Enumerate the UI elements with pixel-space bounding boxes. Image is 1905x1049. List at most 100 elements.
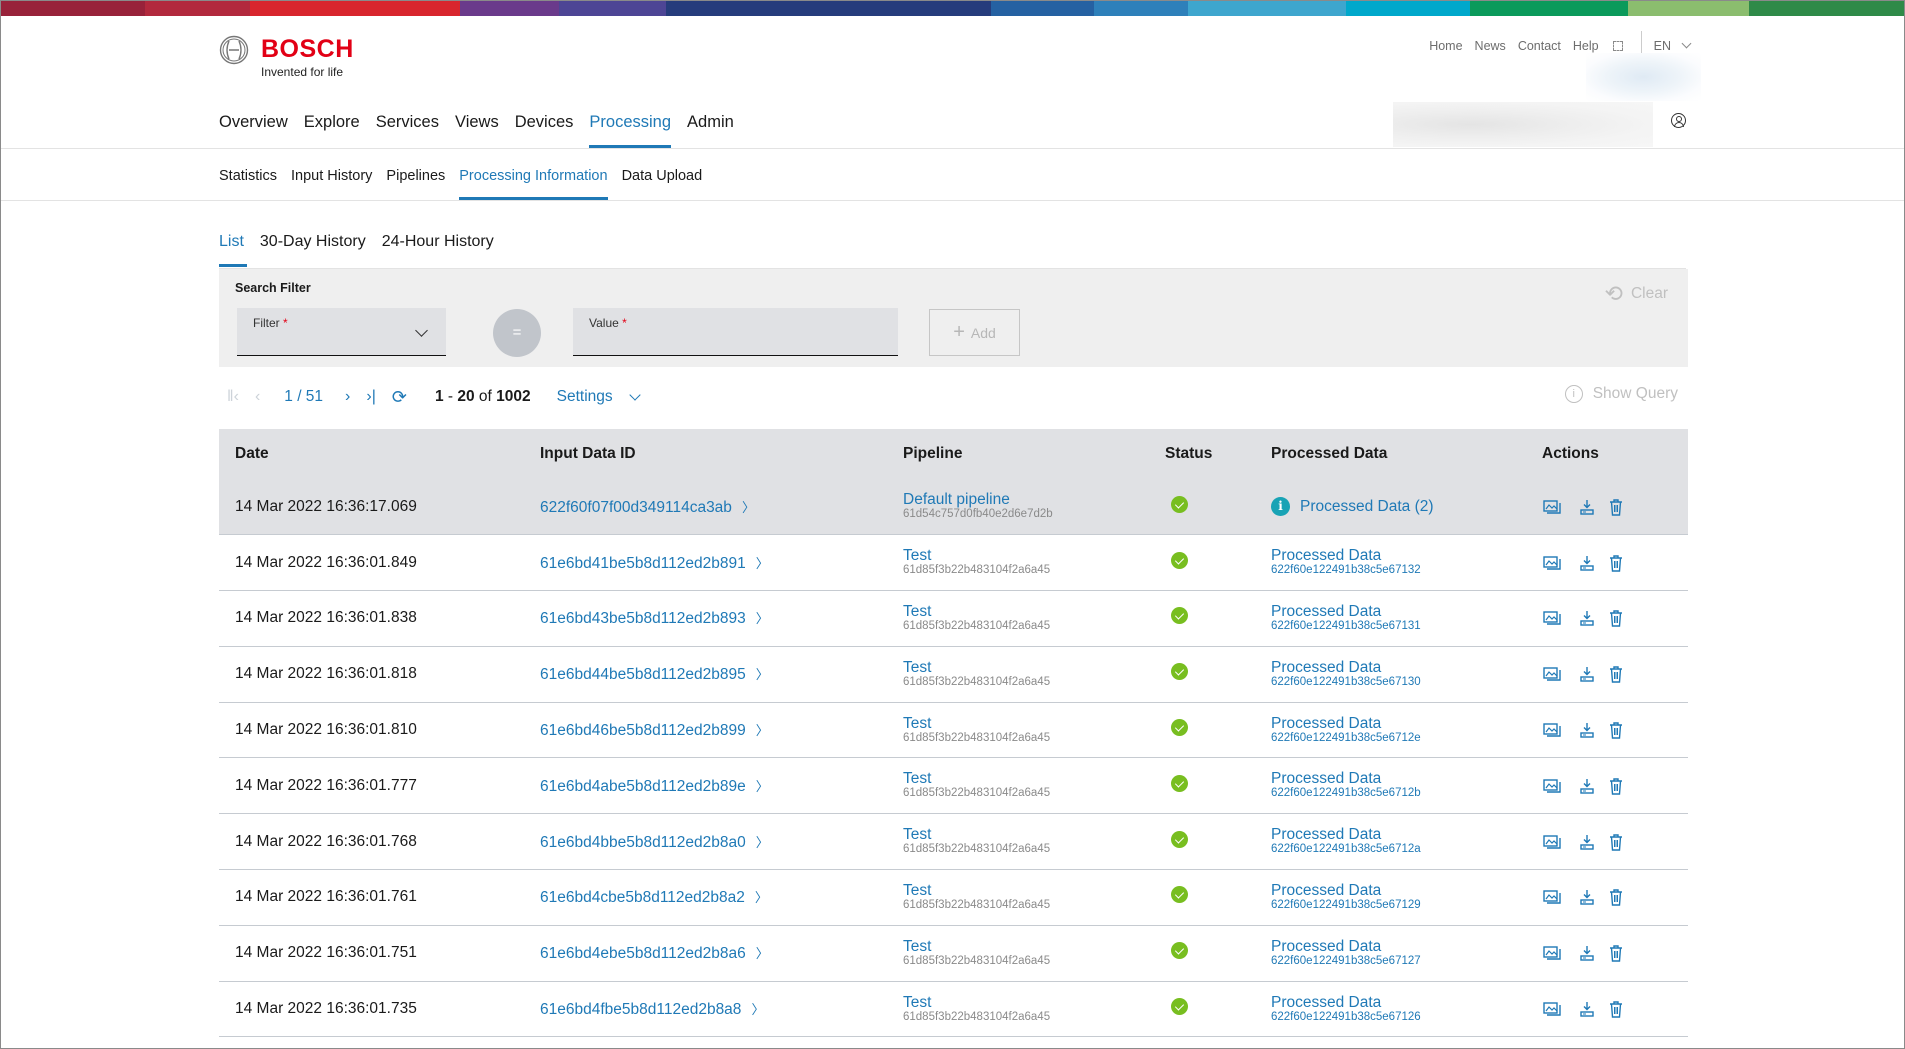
processed-data-link[interactable]: Processed Data [1271, 715, 1526, 732]
download-icon[interactable] [1577, 664, 1597, 684]
processed-data-link[interactable]: Processed Data [1271, 882, 1526, 899]
user-account-icon[interactable] [1671, 113, 1686, 128]
pipeline-link[interactable]: Test [903, 659, 1149, 676]
processed-data-group[interactable]: i Processed Data (2) [1271, 497, 1526, 517]
show-query-button[interactable]: i Show Query [1564, 385, 1678, 403]
top-link-contact[interactable]: Contact [1518, 39, 1561, 53]
pipeline-link[interactable]: Test [903, 603, 1149, 620]
input-data-id-link[interactable]: 61e6bd44be5b8d112ed2b895 〉 [540, 666, 769, 683]
input-data-id-link[interactable]: 61e6bd4ebe5b8d112ed2b8a6 〉 [540, 945, 769, 962]
input-data-id-link[interactable]: 61e6bd4fbe5b8d112ed2b8a8 〉 [540, 1001, 764, 1018]
subnav-item-data-upload[interactable]: Data Upload [622, 166, 703, 200]
first-page-icon[interactable]: ‖‹ [227, 388, 239, 406]
delete-icon[interactable] [1606, 999, 1626, 1019]
tab-24-hour-history[interactable]: 24-Hour History [382, 231, 494, 267]
subnav-item-pipelines[interactable]: Pipelines [386, 166, 445, 200]
pipeline-link[interactable]: Test [903, 715, 1149, 732]
download-icon[interactable] [1577, 887, 1597, 907]
subnav-item-statistics[interactable]: Statistics [219, 166, 277, 200]
value-field[interactable]: Value * [573, 308, 898, 356]
download-icon[interactable] [1577, 608, 1597, 628]
input-data-id-link[interactable]: 61e6bd43be5b8d112ed2b893 〉 [540, 610, 769, 627]
table-row[interactable]: 14 Mar 2022 16:36:17.069 622f60f07f00d349… [219, 479, 1688, 536]
nav-item-admin[interactable]: Admin [687, 109, 734, 148]
table-row[interactable]: 14 Mar 2022 16:36:01.777 61e6bd4abe5b8d11… [219, 757, 1688, 815]
nav-item-devices[interactable]: Devices [515, 109, 574, 148]
operator-button[interactable]: = [493, 309, 541, 357]
preview-image-icon[interactable] [1542, 664, 1562, 684]
download-icon[interactable] [1577, 999, 1597, 1019]
delete-icon[interactable] [1606, 720, 1626, 740]
table-row[interactable]: 14 Mar 2022 16:36:01.810 61e6bd46be5b8d11… [219, 702, 1688, 759]
delete-icon[interactable] [1606, 497, 1626, 517]
processed-data-id[interactable]: 622f60e122491b38c5e67129 [1271, 899, 1526, 912]
value-input[interactable] [573, 308, 898, 355]
delete-icon[interactable] [1606, 832, 1626, 852]
preview-image-icon[interactable] [1542, 887, 1562, 907]
next-page-icon[interactable]: › [345, 388, 350, 406]
tab-30-day-history[interactable]: 30-Day History [260, 231, 366, 267]
pipeline-link[interactable]: Test [903, 827, 1149, 843]
page-indicator[interactable]: 1 / 51 [284, 388, 323, 406]
filter-select[interactable]: Filter * [237, 308, 446, 356]
refresh-icon[interactable]: ⟳ [392, 387, 407, 408]
preview-image-icon[interactable] [1542, 497, 1562, 517]
table-row[interactable]: 14 Mar 2022 16:36:01.735 61e6bd4fbe5b8d11… [219, 981, 1688, 1038]
processed-data-link[interactable]: Processed Data (2) [1300, 498, 1434, 516]
delete-icon[interactable] [1606, 553, 1626, 573]
chevron-down-icon[interactable] [1681, 38, 1692, 49]
processed-data-id[interactable]: 622f60e122491b38c5e67132 [1271, 564, 1526, 577]
delete-icon[interactable] [1606, 776, 1626, 796]
pipeline-link[interactable]: Default pipeline [903, 492, 1149, 508]
bosch-logo[interactable]: BOSCH Invented for life [219, 35, 354, 79]
delete-icon[interactable] [1606, 943, 1626, 963]
clear-button[interactable]: ⟲ Clear [1605, 281, 1668, 307]
preview-image-icon[interactable] [1542, 776, 1562, 796]
fullscreen-icon[interactable] [1612, 41, 1623, 51]
preview-image-icon[interactable] [1542, 553, 1562, 573]
preview-image-icon[interactable] [1542, 608, 1562, 628]
processed-data-link[interactable]: Processed Data [1271, 659, 1526, 676]
processed-data-link[interactable]: Processed Data [1271, 771, 1526, 787]
pipeline-link[interactable]: Test [903, 938, 1149, 955]
add-filter-button[interactable]: + Add [929, 309, 1020, 356]
tab-list[interactable]: List [219, 231, 247, 267]
table-row[interactable]: 14 Mar 2022 16:36:01.818 61e6bd44be5b8d11… [219, 646, 1688, 703]
nav-item-processing[interactable]: Processing [589, 109, 671, 148]
settings-dropdown[interactable]: Settings [557, 388, 641, 406]
nav-item-overview[interactable]: Overview [219, 109, 288, 148]
column-header-date[interactable]: Date [219, 429, 524, 479]
previous-page-icon[interactable]: ‹ [255, 388, 260, 406]
delete-icon[interactable] [1606, 608, 1626, 628]
download-icon[interactable] [1577, 720, 1597, 740]
processed-data-link[interactable]: Processed Data [1271, 548, 1526, 564]
column-header-processed-data[interactable]: Processed Data [1255, 429, 1526, 479]
input-data-id-link[interactable]: 61e6bd41be5b8d112ed2b891 〉 [540, 555, 769, 572]
preview-image-icon[interactable] [1542, 999, 1562, 1019]
table-row[interactable]: 14 Mar 2022 16:36:01.761 61e6bd4cbe5b8d11… [219, 869, 1688, 926]
column-header-status[interactable]: Status [1149, 429, 1255, 479]
processed-data-id[interactable]: 622f60e122491b38c5e67126 [1271, 1011, 1526, 1024]
processed-data-id[interactable]: 622f60e122491b38c5e67131 [1271, 620, 1526, 633]
last-page-icon[interactable]: ›| [366, 388, 375, 406]
input-data-id-link[interactable]: 61e6bd4cbe5b8d112ed2b8a2 〉 [540, 889, 768, 906]
preview-image-icon[interactable] [1542, 943, 1562, 963]
column-header-pipeline[interactable]: Pipeline [887, 429, 1149, 479]
top-link-help[interactable]: Help [1573, 39, 1599, 53]
subnav-item-input-history[interactable]: Input History [291, 166, 372, 200]
input-data-id-link[interactable]: 61e6bd46be5b8d112ed2b899 〉 [540, 722, 769, 739]
nav-item-views[interactable]: Views [455, 109, 499, 148]
processed-data-link[interactable]: Processed Data [1271, 938, 1526, 955]
delete-icon[interactable] [1606, 887, 1626, 907]
download-icon[interactable] [1577, 776, 1597, 796]
pipeline-link[interactable]: Test [903, 994, 1149, 1011]
processed-data-id[interactable]: 622f60e122491b38c5e6712e [1271, 732, 1526, 745]
table-row[interactable]: 14 Mar 2022 16:36:01.849 61e6bd41be5b8d11… [219, 534, 1688, 592]
nav-item-explore[interactable]: Explore [304, 109, 360, 148]
processed-data-id[interactable]: 622f60e122491b38c5e67127 [1271, 955, 1526, 968]
pipeline-link[interactable]: Test [903, 771, 1149, 787]
download-icon[interactable] [1577, 553, 1597, 573]
processed-data-id[interactable]: 622f60e122491b38c5e6712a [1271, 843, 1526, 856]
processed-data-link[interactable]: Processed Data [1271, 827, 1526, 843]
processed-data-link[interactable]: Processed Data [1271, 994, 1526, 1011]
